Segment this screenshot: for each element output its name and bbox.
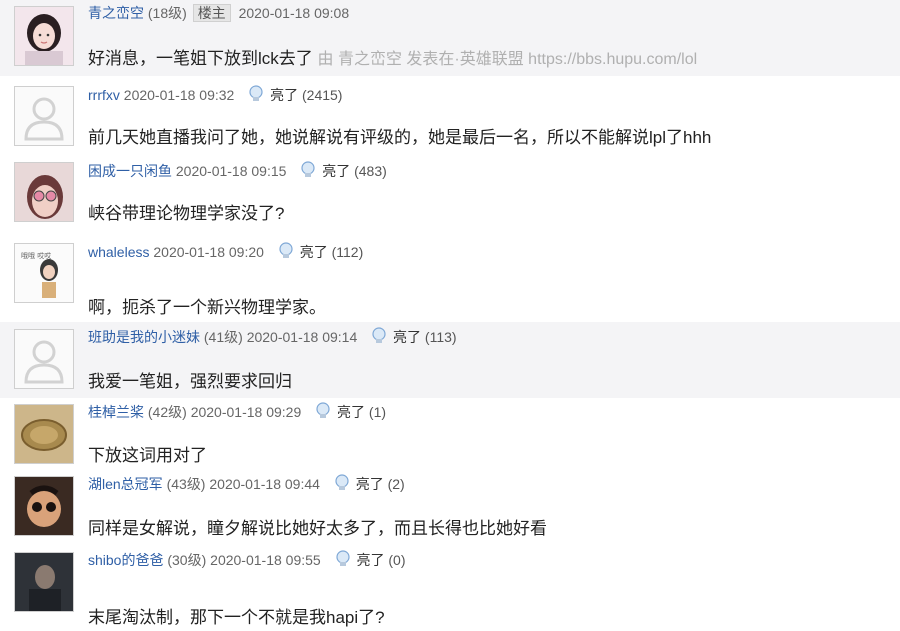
like-label[interactable]: 亮了 [300,244,328,260]
lightbulb-icon[interactable] [315,402,331,424]
reply-post: 湖len总冠军 (43级) 2020-01-18 09:44 亮了 (2) 同样… [0,470,900,546]
lightbulb-icon[interactable] [300,161,316,183]
user-level: (42级) [147,404,187,420]
like-label[interactable]: 亮了 [393,329,421,345]
post-time: 2020-01-18 09:55 [210,552,321,568]
avatar-cartoon-image: 哦哦 哎哎 [15,244,73,302]
post-content: 峡谷带理论物理学家没了? [88,203,284,225]
post-meta: 困成一只闲鱼 2020-01-18 09:15 亮了 (483) [88,161,387,183]
like-count: (483) [354,163,387,179]
post-meta: shibo的爸爸 (30级) 2020-01-18 09:55 亮了 (0) [88,550,406,572]
default-user-icon [15,330,73,388]
post-text: 我爱一笔姐，强烈要求回归 [88,372,292,391]
post-content: 前几天她直播我问了她，她说解说有评级的，她是最后一名，所以不能解说lpl了hhh [88,127,711,149]
post-text: 峡谷带理论物理学家没了? [88,204,285,223]
lightbulb-icon[interactable] [335,550,351,572]
post-source: 由 青之峦空 发表在·英雄联盟 https://bbs.hupu.com/lol [317,51,698,68]
like-count: (1) [368,404,387,420]
avatar-sunglasses-image [15,163,73,221]
avatar[interactable] [14,404,74,464]
username-link[interactable]: 青之峦空 [88,5,144,21]
post-content: 末尾淘汰制，那下一个不就是我hapi了? [88,607,385,629]
post-text: 末尾淘汰制，那下一个不就是我hapi了? [88,608,385,627]
post-text: 下放这词用对了 [88,446,207,465]
avatar-caption: 哦哦 哎哎 [21,251,51,260]
like-label[interactable]: 亮了 [337,404,365,420]
like-count: (113) [424,329,457,345]
post-meta: 桂棹兰桨 (42级) 2020-01-18 09:29 亮了 (1) [88,402,386,424]
reply-post: 困成一只闲鱼 2020-01-18 09:15 亮了 (483) 峡谷带理论物理… [0,158,900,234]
post-meta: 青之峦空 (18级) 楼主 2020-01-18 09:08 [88,4,349,22]
post-content: 同样是女解说，瞳夕解说比她好太多了，而且长得也比她好看 [88,518,547,540]
username-link[interactable]: rrrfxv [88,87,120,103]
post-text: 啊，扼杀了一个新兴物理学家。 [88,298,326,317]
user-level: (18级) [147,5,187,21]
post-content: 啊，扼杀了一个新兴物理学家。 [88,297,326,319]
op-badge: 楼主 [192,4,231,22]
post-time: 2020-01-18 09:14 [246,329,358,345]
reply-post: 桂棹兰桨 (42级) 2020-01-18 09:29 亮了 (1) 下放这词用… [0,398,900,470]
avatar[interactable] [14,162,74,222]
avatar-doll-image [15,477,73,535]
like-label[interactable]: 亮了 [322,163,350,179]
username-link[interactable]: 桂棹兰桨 [88,404,144,420]
lightbulb-icon[interactable] [371,327,387,349]
post-text: 前几天她直播我问了她，她说解说有评级的，她是最后一名，所以不能解说lpl了hhh [88,128,712,147]
post-meta: 班助是我的小迷妹 (41级) 2020-01-18 09:14 亮了 (113) [88,327,457,349]
username-link[interactable]: 湖len总冠军 [88,476,163,492]
username-link[interactable]: shibo的爸爸 [88,552,163,568]
user-level: (43级) [166,476,206,492]
like-count: (2) [387,476,405,492]
avatar[interactable] [14,329,74,389]
lightbulb-icon[interactable] [248,85,264,107]
user-level: (41级) [203,329,243,345]
post-time: 2020-01-18 09:08 [238,5,350,21]
lightbulb-icon[interactable] [334,474,350,496]
post-meta: whaleless 2020-01-18 09:20 亮了 (112) [88,242,363,264]
post-text: 同样是女解说，瞳夕解说比她好太多了，而且长得也比她好看 [88,519,547,538]
like-label[interactable]: 亮了 [356,476,384,492]
like-count: (112) [331,244,364,260]
lightbulb-icon[interactable] [278,242,294,264]
like-label[interactable]: 亮了 [356,552,384,568]
reply-post: shibo的爸爸 (30级) 2020-01-18 09:55 亮了 (0) 末… [0,546,900,631]
post-op: 青之峦空 (18级) 楼主 2020-01-18 09:08 好消息，一笔姐下放… [0,0,900,76]
post-time: 2020-01-18 09:20 [153,244,264,260]
post-text: 好消息，一笔姐下放到lck去了 [88,49,313,68]
username-link[interactable]: 困成一只闲鱼 [88,163,172,179]
like-count: (2415) [302,87,343,103]
reply-post: 班助是我的小迷妹 (41级) 2020-01-18 09:14 亮了 (113)… [0,322,900,398]
post-meta: rrrfxv 2020-01-18 09:32 亮了 (2415) [88,85,342,107]
post-time: 2020-01-18 09:44 [209,476,320,492]
like-label[interactable]: 亮了 [270,87,298,103]
reply-post: rrrfxv 2020-01-18 09:32 亮了 (2415) 前几天她直播… [0,76,900,158]
post-time: 2020-01-18 09:29 [190,404,302,420]
avatar[interactable] [14,552,74,612]
reply-post: 哦哦 哎哎 whaleless 2020-01-18 09:20 亮了 (112… [0,234,900,322]
post-content: 下放这词用对了 [88,445,207,467]
avatar[interactable] [14,86,74,146]
avatar[interactable]: 哦哦 哎哎 [14,243,74,303]
post-content: 我爱一笔姐，强烈要求回归 [88,371,292,393]
post-content: 好消息，一笔姐下放到lck去了 由 青之峦空 发表在·英雄联盟 https://… [88,48,697,71]
avatar-girl-image [15,7,73,65]
username-link[interactable]: whaleless [88,244,149,260]
avatar-man-image [15,553,73,611]
avatar[interactable] [14,476,74,536]
avatar[interactable] [14,6,74,66]
like-count: (0) [388,552,406,568]
user-level: (30级) [167,552,207,568]
avatar-coin-image [15,405,73,463]
post-time: 2020-01-18 09:32 [123,87,235,103]
default-user-icon [15,87,73,145]
username-link[interactable]: 班助是我的小迷妹 [88,329,200,345]
post-time: 2020-01-18 09:15 [175,163,287,179]
post-meta: 湖len总冠军 (43级) 2020-01-18 09:44 亮了 (2) [88,474,405,496]
